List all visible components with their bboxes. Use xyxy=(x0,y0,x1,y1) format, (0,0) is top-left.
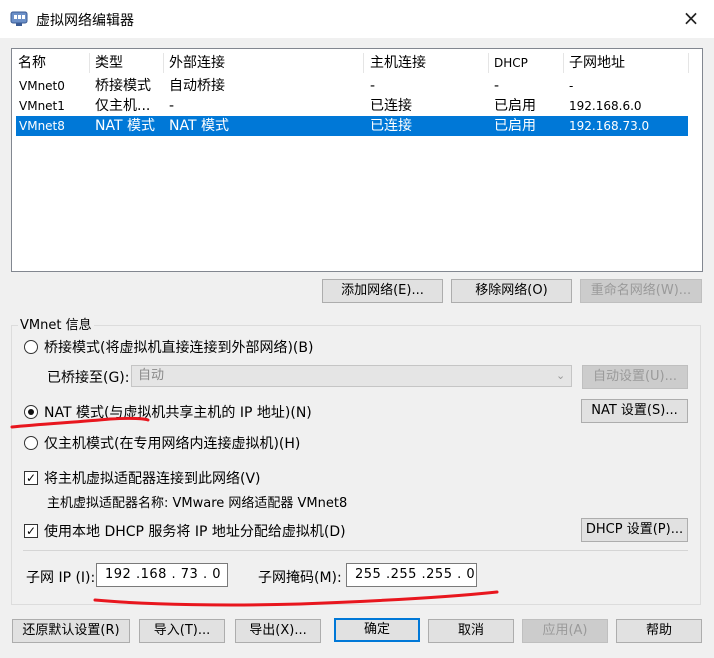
help-button[interactable]: 帮助 xyxy=(616,619,702,643)
subnet-underline xyxy=(93,590,499,607)
export-button[interactable]: 导出(X)... xyxy=(235,619,321,643)
ok-button[interactable]: 确定 xyxy=(334,618,420,642)
restore-defaults-button[interactable]: 还原默认设置(R) xyxy=(12,619,130,643)
import-button[interactable]: 导入(T)... xyxy=(139,619,225,643)
nat-underline xyxy=(10,416,150,429)
cancel-button[interactable]: 取消 xyxy=(428,619,514,643)
apply-button[interactable]: 应用(A) xyxy=(522,619,608,643)
annotation-underlines xyxy=(10,416,499,607)
